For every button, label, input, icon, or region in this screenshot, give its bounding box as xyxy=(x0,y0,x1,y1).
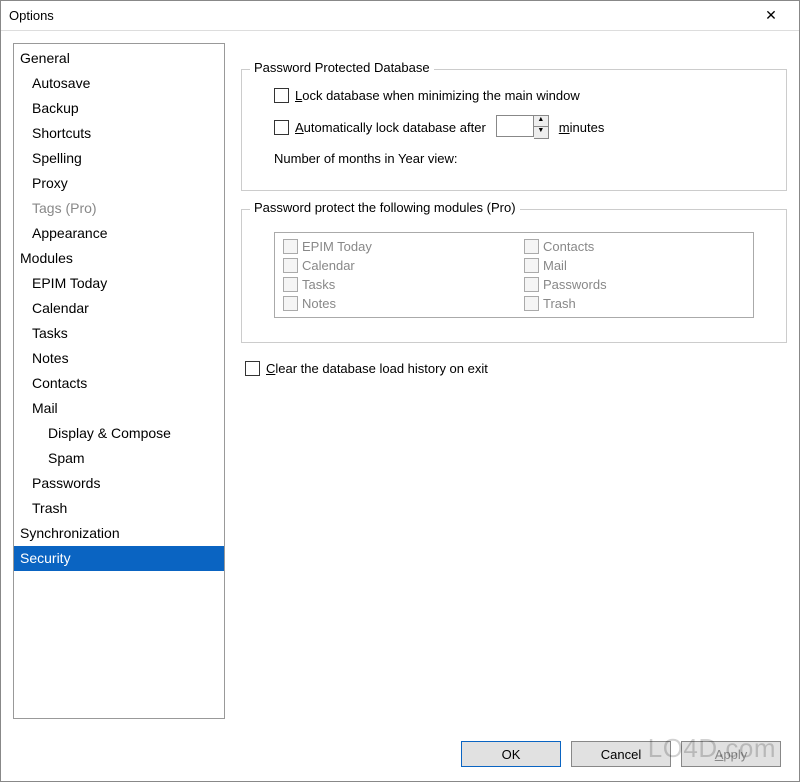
module-tasks: Tasks xyxy=(283,277,504,292)
spinner-buttons: ▲ ▼ xyxy=(534,115,549,139)
module-passwords: Passwords xyxy=(524,277,745,292)
titlebar: Options ✕ xyxy=(1,1,799,31)
lock-minimize-label[interactable]: Lock database when minimizing the main w… xyxy=(295,88,580,103)
tree-item-general[interactable]: General xyxy=(14,46,224,71)
months-label: Number of months in Year view: xyxy=(274,151,458,166)
ok-button[interactable]: OK xyxy=(461,741,561,767)
tree-item-spam[interactable]: Spam xyxy=(14,446,224,471)
tree-item-appearance[interactable]: Appearance xyxy=(14,221,224,246)
module-label: Trash xyxy=(543,296,576,311)
category-tree[interactable]: GeneralAutosaveBackupShortcutsSpellingPr… xyxy=(13,43,225,719)
module-checkbox xyxy=(524,277,539,292)
module-checkbox xyxy=(283,277,298,292)
tree-item-modules[interactable]: Modules xyxy=(14,246,224,271)
dialog-body: GeneralAutosaveBackupShortcutsSpellingPr… xyxy=(1,31,799,731)
module-label: Tasks xyxy=(302,277,335,292)
spinner-up-icon[interactable]: ▲ xyxy=(534,116,548,127)
module-label: Notes xyxy=(302,296,336,311)
module-epim-today: EPIM Today xyxy=(283,239,504,254)
module-contacts: Contacts xyxy=(524,239,745,254)
module-label: EPIM Today xyxy=(302,239,372,254)
protect-modules-group: Password protect the following modules (… xyxy=(241,209,787,343)
spinner-down-icon[interactable]: ▼ xyxy=(534,127,548,138)
options-window: Options ✕ GeneralAutosaveBackupShortcuts… xyxy=(0,0,800,782)
tree-item-mail[interactable]: Mail xyxy=(14,396,224,421)
tree-item-backup[interactable]: Backup xyxy=(14,96,224,121)
module-mail: Mail xyxy=(524,258,745,273)
lock-minimize-checkbox[interactable] xyxy=(274,88,289,103)
close-button[interactable]: ✕ xyxy=(751,3,791,29)
tree-item-tags-pro-[interactable]: Tags (Pro) xyxy=(14,196,224,221)
tree-item-notes[interactable]: Notes xyxy=(14,346,224,371)
tree-item-shortcuts[interactable]: Shortcuts xyxy=(14,121,224,146)
module-calendar: Calendar xyxy=(283,258,504,273)
password-db-group: Password Protected Database Lock databas… xyxy=(241,69,787,191)
module-trash: Trash xyxy=(524,296,745,311)
cancel-button[interactable]: Cancel xyxy=(571,741,671,767)
tree-item-passwords[interactable]: Passwords xyxy=(14,471,224,496)
tree-item-contacts[interactable]: Contacts xyxy=(14,371,224,396)
lock-minimize-row: Lock database when minimizing the main w… xyxy=(262,88,766,103)
window-title: Options xyxy=(9,8,54,23)
tree-item-tasks[interactable]: Tasks xyxy=(14,321,224,346)
module-checkbox xyxy=(524,239,539,254)
autolock-row: Automatically lock database after ▲ ▼ mi… xyxy=(262,115,766,139)
tree-item-trash[interactable]: Trash xyxy=(14,496,224,521)
close-icon: ✕ xyxy=(765,7,777,24)
module-label: Mail xyxy=(543,258,567,273)
tree-item-calendar[interactable]: Calendar xyxy=(14,296,224,321)
tree-item-spelling[interactable]: Spelling xyxy=(14,146,224,171)
tree-item-epim-today[interactable]: EPIM Today xyxy=(14,271,224,296)
module-checkbox xyxy=(524,296,539,311)
module-notes: Notes xyxy=(283,296,504,311)
minutes-label: minutes xyxy=(559,120,605,135)
clear-history-row: Clear the database load history on exit xyxy=(241,361,787,376)
module-checkbox xyxy=(283,239,298,254)
password-db-title: Password Protected Database xyxy=(250,60,434,75)
tree-item-security[interactable]: Security xyxy=(14,546,224,571)
months-row: Number of months in Year view: xyxy=(262,151,766,166)
module-checkbox xyxy=(283,258,298,273)
tree-item-synchronization[interactable]: Synchronization xyxy=(14,521,224,546)
module-label: Calendar xyxy=(302,258,355,273)
module-label: Passwords xyxy=(543,277,607,292)
clear-history-label[interactable]: Clear the database load history on exit xyxy=(266,361,488,376)
autolock-label[interactable]: Automatically lock database after xyxy=(295,120,486,135)
module-checkbox xyxy=(524,258,539,273)
tree-item-autosave[interactable]: Autosave xyxy=(14,71,224,96)
tree-item-display-compose[interactable]: Display & Compose xyxy=(14,421,224,446)
clear-history-checkbox[interactable] xyxy=(245,361,260,376)
autolock-minutes-input[interactable] xyxy=(496,115,534,137)
autolock-spinner: ▲ ▼ xyxy=(496,115,549,139)
protect-modules-title: Password protect the following modules (… xyxy=(250,200,520,215)
dialog-buttons: OK Cancel Apply xyxy=(1,731,799,781)
autolock-checkbox[interactable] xyxy=(274,120,289,135)
module-checkbox xyxy=(283,296,298,311)
tree-item-proxy[interactable]: Proxy xyxy=(14,171,224,196)
module-label: Contacts xyxy=(543,239,594,254)
modules-grid: EPIM Today Contacts Calendar Mail Tasks Passw… xyxy=(274,232,754,318)
apply-button[interactable]: Apply xyxy=(681,741,781,767)
settings-panel: Password Protected Database Lock databas… xyxy=(241,43,787,719)
